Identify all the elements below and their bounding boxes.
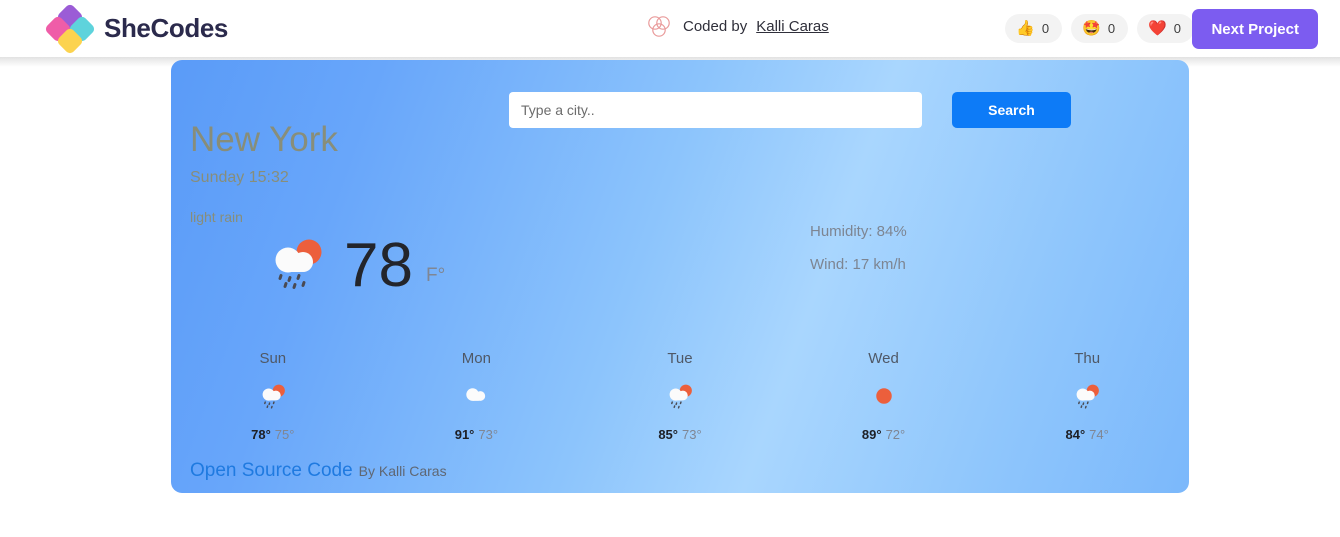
humidity-value: Humidity: 84%	[810, 223, 907, 240]
city-name: New York	[190, 120, 338, 159]
forecast-min-temp: 73°	[478, 427, 499, 442]
thumbs-up-emoji-icon: 👍	[1016, 20, 1035, 37]
temperature-unit[interactable]: F°	[426, 265, 445, 287]
forecast-day-name: Thu	[1074, 350, 1101, 367]
weather-card: Search New York Sunday 15:32 light rain	[171, 60, 1189, 493]
current-city-block: New York Sunday 15:32 light rain	[190, 122, 338, 225]
three-overlapping-circles-icon	[644, 11, 674, 41]
forecast-day-name: Tue	[667, 350, 693, 367]
forecast-day-name: Mon	[461, 350, 491, 367]
forecast-day-name: Wed	[868, 350, 899, 367]
forecast-min-temp: 72°	[885, 427, 906, 442]
forecast-min-temp: 75°	[274, 427, 295, 442]
forecast-max-temp: 85°	[658, 427, 678, 442]
rain-with-sun-icon	[1072, 381, 1102, 411]
rain-with-sun-icon	[258, 381, 288, 411]
shecodes-diamond-logo-icon	[43, 2, 97, 56]
forecast-day: Wed 89° 72°	[782, 350, 986, 442]
reaction-thumbs-up[interactable]: 👍 0	[1005, 14, 1063, 43]
card-footer: Open Source Code By Kalli Caras	[190, 460, 447, 482]
forecast-day: Sun 78° 75°	[171, 350, 375, 442]
search-form: Search	[509, 92, 1071, 128]
sun-icon	[869, 381, 899, 411]
forecast-day: Thu 84° 74°	[985, 350, 1189, 442]
forecast-temps: 84° 74°	[1066, 427, 1109, 442]
reaction-star-struck-count: 0	[1107, 21, 1116, 36]
rain-with-sun-icon	[266, 232, 328, 299]
open-source-code-link[interactable]: Open Source Code	[190, 460, 353, 482]
forecast-day: Mon 91° 73°	[375, 350, 579, 442]
brand[interactable]: SheCodes	[43, 2, 228, 56]
brand-name: SheCodes	[104, 12, 228, 43]
forecast-temps: 85° 73°	[658, 427, 701, 442]
forecast-max-temp: 78°	[251, 427, 271, 442]
search-button[interactable]: Search	[952, 92, 1071, 128]
forecast-min-temp: 73°	[681, 427, 702, 442]
coded-by: Coded by Kalli Caras	[644, 11, 829, 41]
coded-by-author-link[interactable]: Kalli Caras	[756, 18, 829, 35]
wind-value: Wind: 17 km/h	[810, 256, 906, 273]
forecast-temps: 91° 73°	[455, 427, 498, 442]
city-search-input[interactable]	[509, 92, 922, 128]
reaction-thumbs-up-count: 0	[1041, 21, 1050, 36]
red-heart-emoji-icon: ❤️	[1148, 20, 1167, 37]
forecast-day: Tue 85° 73°	[578, 350, 782, 442]
forecast-temps: 89° 72°	[862, 427, 905, 442]
forecast-min-temp: 74°	[1089, 427, 1109, 442]
forecast-max-temp: 89°	[861, 427, 882, 442]
footer-author: By Kalli Caras	[358, 463, 447, 479]
current-temperature-row: 78 F°	[266, 232, 445, 299]
current-conditions: Humidity: 84% Wind: 17 km/h	[810, 224, 907, 272]
coded-by-prefix: Coded by	[683, 17, 748, 35]
rain-with-sun-icon	[665, 381, 695, 411]
app-header: SheCodes Coded by Kalli Caras 👍 0 🤩 0 ❤️…	[0, 0, 1340, 67]
forecast-row: Sun 78° 75° Mon 91° 73° Tue 85° 73° Wed …	[171, 350, 1189, 442]
reaction-heart-count: 0	[1173, 21, 1181, 36]
forecast-temps: 78° 75°	[251, 427, 294, 442]
forecast-day-name: Sun	[259, 350, 287, 367]
star-struck-emoji-icon: 🤩	[1082, 20, 1101, 37]
current-temperature-value: 78	[344, 230, 413, 300]
forecast-max-temp: 84°	[1065, 427, 1086, 442]
forecast-max-temp: 91°	[454, 427, 475, 442]
reaction-heart[interactable]: ❤️ 0	[1137, 14, 1194, 43]
reaction-bar: 👍 0 🤩 0 ❤️ 0	[1005, 14, 1194, 43]
cloud-icon	[461, 381, 491, 411]
weather-description: light rain	[190, 209, 243, 225]
next-project-button[interactable]: Next Project	[1192, 9, 1318, 49]
reaction-star-struck[interactable]: 🤩 0	[1071, 14, 1129, 43]
city-datetime: Sunday 15:32	[190, 169, 289, 186]
